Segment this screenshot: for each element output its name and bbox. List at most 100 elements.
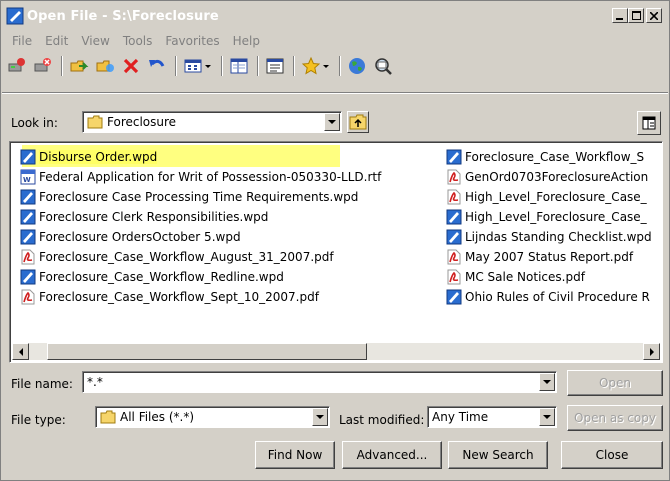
toolbar-separator [175,56,177,76]
file-item[interactable]: Disburse Order.wpd [20,147,381,167]
lastmodified-value: Any Time [432,410,489,424]
file-item[interactable]: W Federal Application for Writ of Possess… [20,167,381,187]
wpd-file-icon [20,269,36,285]
delete-button[interactable] [119,54,143,78]
file-item[interactable]: Foreclosure OrdersOctober 5.wpd [20,227,381,247]
scroll-thumb[interactable] [47,343,367,360]
scroll-left-button[interactable] [12,343,29,360]
move-icon [96,60,114,72]
pdf-file-icon [21,249,35,265]
file-item[interactable]: MC Sale Notices.pdf [446,267,652,287]
file-item[interactable]: May 2007 Status Report.pdf [446,247,652,267]
file-item[interactable]: Foreclosure_Case_Workflow_August_31_2007… [20,247,381,267]
copy-button[interactable] [67,54,91,78]
close-window-button[interactable] [646,8,662,23]
pdf-file-icon [447,249,461,265]
properties-button[interactable] [227,54,251,78]
favorites-icon [301,56,329,75]
wpd-file-icon [446,289,462,305]
scroll-right-button[interactable] [643,343,660,360]
toolbar-separator [339,56,341,76]
chevron-down-icon [543,380,551,384]
filetype-value: All Files (*.*) [120,410,195,424]
horizontal-scrollbar[interactable] [12,343,660,360]
filename-input[interactable]: *.* [82,371,557,393]
disconnect-drive-button[interactable] [31,54,55,78]
preview-pane-icon [642,116,656,130]
file-name: Foreclosure_Case_Workflow_S [465,150,645,164]
minimize-button[interactable] [612,8,628,23]
lookin-dropdown-arrow[interactable] [324,113,340,131]
close-button[interactable]: Close [561,441,663,469]
filename-value: *.* [87,375,103,389]
chevron-down-icon [543,415,551,419]
show-preview-button[interactable] [637,111,661,135]
lookin-dropdown[interactable]: Foreclosure [82,111,342,133]
file-name: MC Sale Notices.pdf [465,270,585,284]
menu-favorites[interactable]: Favorites [159,32,226,50]
menu-edit[interactable]: Edit [39,32,75,50]
move-button[interactable] [93,54,117,78]
file-name: Foreclosure_Case_Workflow_August_31_2007… [39,250,334,264]
toolbar-separator [293,56,295,76]
window-title: Open File - S:\Foreclosure [27,8,219,24]
scroll-track[interactable] [29,343,643,360]
file-item[interactable]: High_Level_Foreclosure_Case_ [446,207,652,227]
close-icon [650,11,658,20]
wpd-file-icon [446,229,462,245]
up-one-level-button[interactable] [347,111,369,133]
filename-dropdown-arrow[interactable] [539,373,555,391]
maximize-button[interactable] [628,8,644,23]
open-as-copy-button[interactable]: Open as copy [567,405,663,431]
menu-tools[interactable]: Tools [117,32,160,50]
lastmodified-dropdown-arrow[interactable] [539,408,555,426]
file-item[interactable]: High_Level_Foreclosure_Case_ [446,187,652,207]
file-name: Disburse Order.wpd [39,150,158,164]
chevron-down-icon [328,120,336,124]
file-name: Ohio Rules of Civil Procedure R [465,290,650,304]
file-item[interactable]: Foreclosure Clerk Responsibilities.wpd [20,207,381,227]
undo-button[interactable] [145,54,169,78]
pdf-file-icon [447,189,461,205]
menu-bar: File Edit View Tools Favorites Help [2,31,267,51]
internet-button[interactable] [345,54,369,78]
file-name: Federal Application for Writ of Possessi… [39,170,382,184]
file-name: High_Level_Foreclosure_Case_ [465,210,647,224]
find-now-button[interactable]: Find Now [255,441,335,469]
preview-icon [266,58,284,74]
views-button[interactable] [181,54,215,78]
menu-file[interactable]: File [6,32,39,50]
filetype-dropdown[interactable]: All Files (*.*) [95,406,330,428]
wpd-file-icon [20,229,36,245]
search-button[interactable] [371,54,395,78]
wpd-file-icon [446,149,462,165]
file-list[interactable]: Disburse Order.wpd W Federal Application f… [9,141,663,363]
map-drive-button[interactable] [5,54,29,78]
file-item[interactable]: Foreclosure Case Processing Time Require… [20,187,381,207]
file-item[interactable]: Foreclosure_Case_Workflow_S [446,147,652,167]
divider [2,92,668,94]
menu-view[interactable]: View [75,32,116,50]
open-button[interactable]: Open [567,370,663,396]
undo-icon [149,59,165,67]
file-item[interactable]: Foreclosure_Case_Workflow_Redline.wpd [20,267,381,287]
file-item[interactable]: Lijndas Standing Checklist.wpd [446,227,652,247]
menu-help[interactable]: Help [227,32,267,50]
lastmodified-dropdown[interactable]: Any Time [427,406,557,428]
toolbar-separator [257,56,259,76]
toolbar-separator [221,56,223,76]
favorites-button[interactable] [299,54,333,78]
file-item[interactable]: GenOrd0703ForeclosureAction [446,167,652,187]
title-bar[interactable]: Open File - S:\Foreclosure [2,2,668,30]
wpd-file-icon [20,189,36,205]
file-column-1: Disburse Order.wpd W Federal Application f… [20,147,381,307]
arrow-left-icon [18,347,23,356]
filetype-dropdown-arrow[interactable] [312,408,328,426]
up-folder-icon [349,114,367,130]
preview-button[interactable] [263,54,287,78]
file-item[interactable]: Foreclosure_Case_Workflow_Sept_10_2007.p… [20,287,381,307]
new-search-button[interactable]: New Search [448,441,548,469]
wpd-file-icon [20,149,36,165]
file-item[interactable]: Ohio Rules of Civil Procedure R [446,287,652,307]
advanced-button[interactable]: Advanced... [342,441,442,469]
